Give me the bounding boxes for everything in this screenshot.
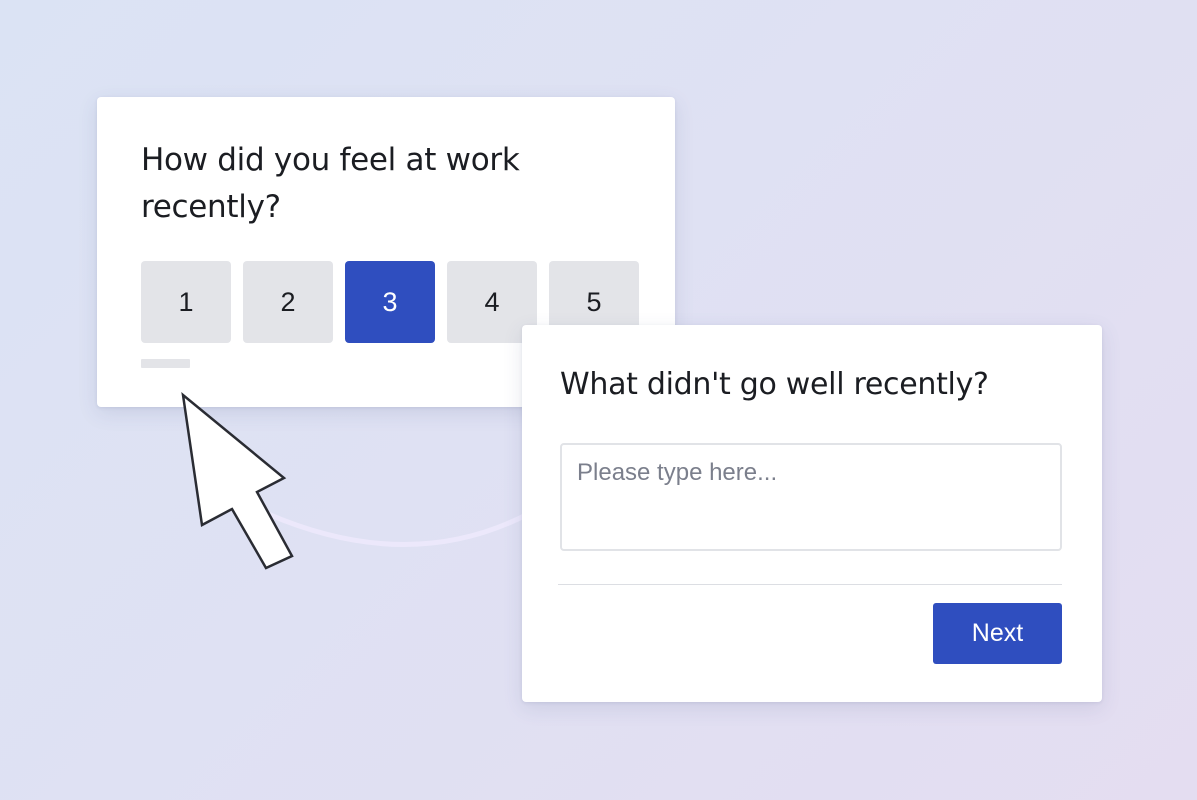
rating-option-3[interactable]: 3 xyxy=(345,261,435,343)
rating-option-1[interactable]: 1 xyxy=(141,261,231,343)
next-button[interactable]: Next xyxy=(933,603,1062,664)
feedback-question-card: What didn't go well recently? Next xyxy=(522,325,1102,702)
rating-option-2[interactable]: 2 xyxy=(243,261,333,343)
rating-question-title: How did you feel at work recently? xyxy=(141,142,520,225)
feedback-text-input[interactable] xyxy=(560,443,1062,551)
scale-hint-placeholder xyxy=(141,359,190,368)
feedback-question-title: What didn't go well recently? xyxy=(560,367,989,402)
card-divider xyxy=(558,584,1062,585)
